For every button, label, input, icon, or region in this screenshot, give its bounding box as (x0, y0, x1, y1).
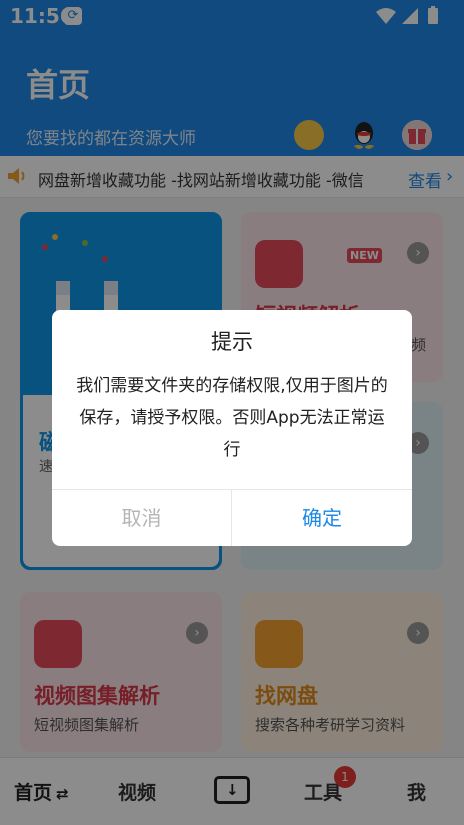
permission-dialog: 提示 我们需要文件夹的存储权限,仅用于图片的保存，请授予权限。否则App无法正常… (52, 310, 412, 546)
dialog-message: 我们需要文件夹的存储权限,仅用于图片的保存，请授予权限。否则App无法正常运行 (76, 376, 388, 460)
confirm-button[interactable]: 确定 (232, 490, 412, 546)
dialog-title: 提示 (211, 330, 253, 354)
cancel-button[interactable]: 取消 (52, 490, 231, 546)
